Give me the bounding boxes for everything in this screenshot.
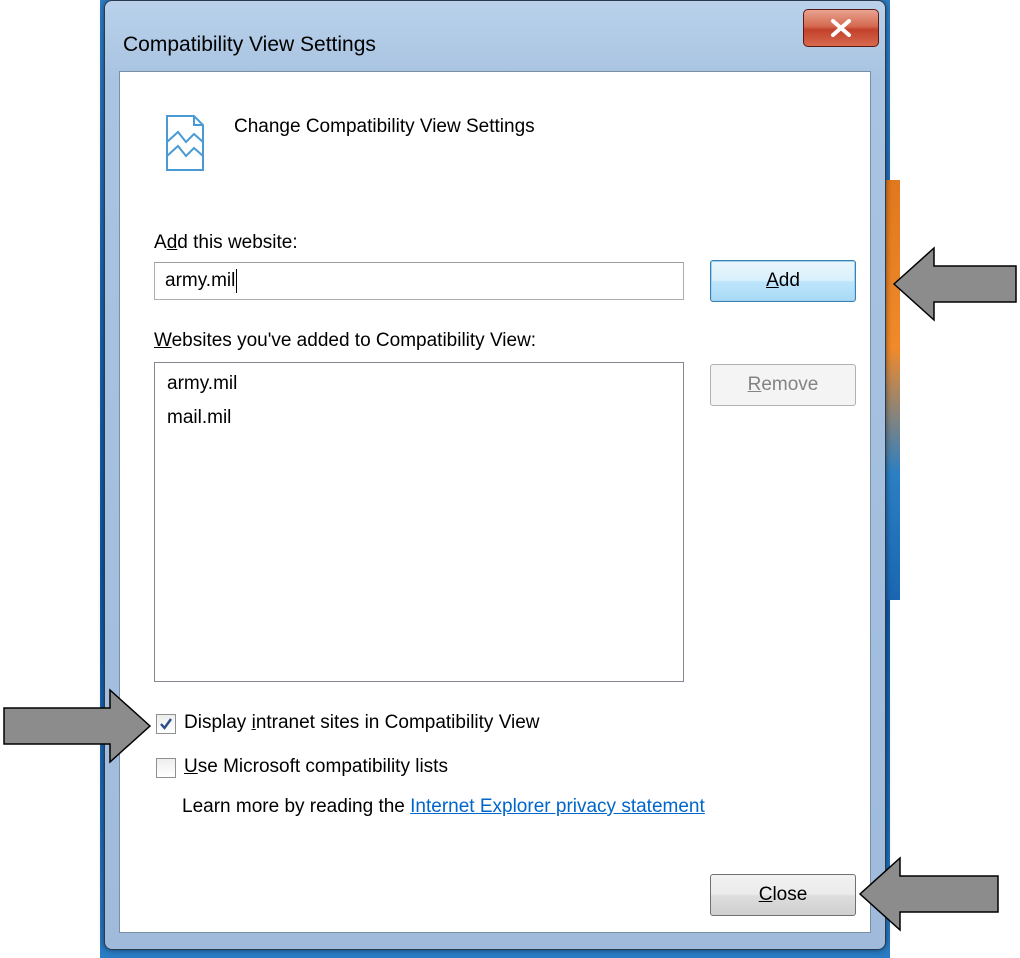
close-button[interactable]: Close [710,874,856,916]
checkmark-icon [160,718,172,730]
websites-list[interactable]: army.mil mail.mil [154,362,684,682]
close-x-icon [831,19,851,37]
learn-more-text: Learn more by reading the Internet Explo… [182,796,705,817]
text-caret [236,269,238,293]
compatibility-view-icon [166,115,204,171]
gray-arrow-icon [858,856,999,932]
list-item[interactable]: mail.mil [167,403,671,437]
intranet-checkbox-label[interactable]: Display intranet sites in Compatibility … [184,712,540,734]
websites-list-label: Websites you've added to Compatibility V… [154,330,537,351]
window-title: Compatibility View Settings [123,33,376,56]
privacy-statement-link[interactable]: Internet Explorer privacy statement [410,796,705,817]
dialog-client-area: Change Compatibility View Settings Add t… [119,71,871,933]
compatibility-view-dialog: Compatibility View Settings Change Compa… [104,0,886,950]
list-item[interactable]: army.mil [167,369,671,403]
gray-arrow-icon [892,246,1017,322]
gray-arrow-icon [3,688,152,764]
microsoft-lists-checkbox[interactable] [156,758,176,778]
header-text: Change Compatibility View Settings [234,116,535,137]
add-website-input[interactable]: army.mil [154,262,684,300]
add-button[interactable]: Add [710,260,856,302]
microsoft-lists-checkbox-label[interactable]: Use Microsoft compatibility lists [184,756,448,778]
intranet-checkbox[interactable] [156,714,176,734]
add-website-label: Add this website: [154,232,298,253]
window-close-button[interactable] [803,9,879,47]
remove-button[interactable]: Remove [710,364,856,406]
